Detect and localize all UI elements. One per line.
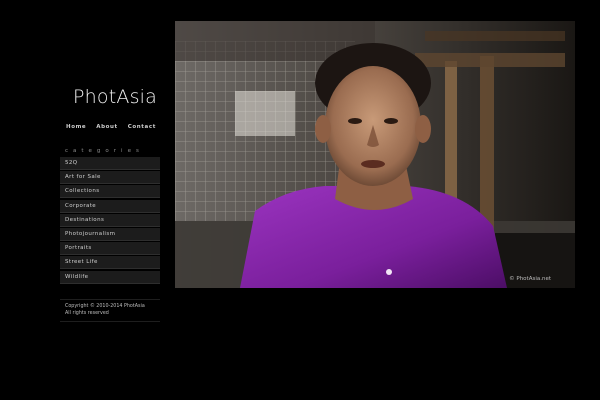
category-item-wildlife[interactable]: Wildlife <box>60 270 160 284</box>
copyright-line: Copyright © 2010-2014 PhotAsia <box>65 304 145 309</box>
sidebar: PhotAsia Home About Contact categories 5… <box>60 0 160 400</box>
nav-home-link[interactable]: Home <box>66 124 86 130</box>
category-item-photojournalism[interactable]: Photojournalism <box>60 227 160 241</box>
nav-contact-link[interactable]: Contact <box>128 124 156 130</box>
featured-photo[interactable]: © PhotAsia.net <box>175 21 575 288</box>
category-item-collections[interactable]: Collections <box>60 185 160 199</box>
page: PhotAsia Home About Contact categories 5… <box>0 0 600 400</box>
categories-menu: 52Q Art for Sale Collections Corporate D… <box>60 157 160 285</box>
rights-line: All rights reserved <box>65 311 109 316</box>
photo-watermark: © PhotAsia.net <box>509 276 551 282</box>
category-item-52q[interactable]: 52Q <box>60 157 160 170</box>
top-navigation: Home About Contact <box>66 124 156 130</box>
category-item-destinations[interactable]: Destinations <box>60 213 160 227</box>
site-logo[interactable]: PhotAsia <box>73 86 157 108</box>
categories-heading: categories <box>65 148 144 154</box>
category-item-corporate[interactable]: Corporate <box>60 199 160 213</box>
category-item-art-for-sale[interactable]: Art for Sale <box>60 171 160 185</box>
category-item-portraits[interactable]: Portraits <box>60 242 160 256</box>
portrait-image <box>175 21 575 288</box>
category-item-street-life[interactable]: Street Life <box>60 256 160 270</box>
nav-about-link[interactable]: About <box>96 124 118 130</box>
copyright-notice: Copyright © 2010-2014 PhotAsia All right… <box>60 299 160 322</box>
